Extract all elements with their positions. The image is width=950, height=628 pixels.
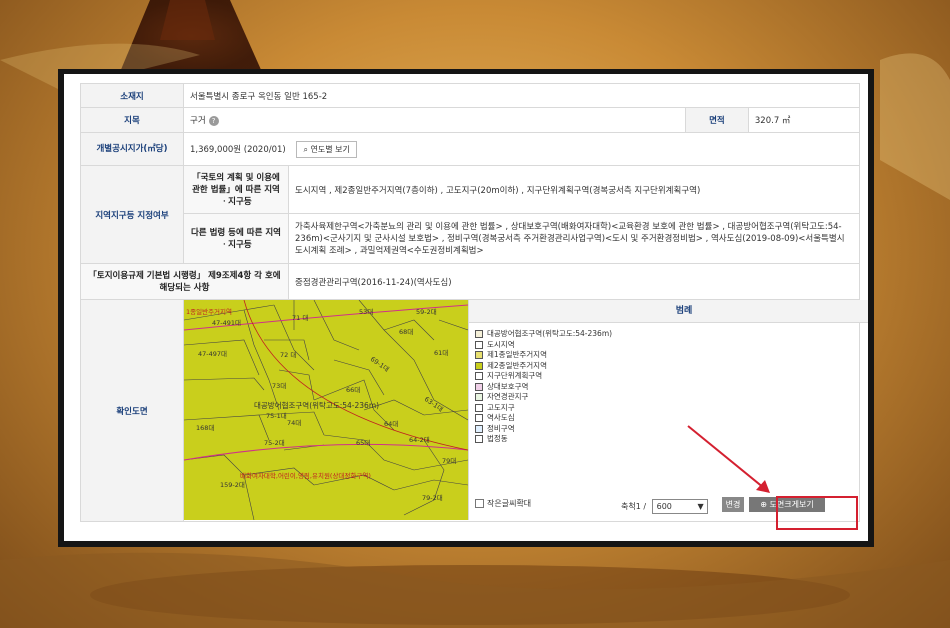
legend-item: 자연경관지구	[475, 392, 868, 403]
svg-text:59-2대: 59-2대	[416, 308, 437, 316]
legend-swatch	[475, 351, 483, 359]
svg-text:64-2대: 64-2대	[409, 436, 430, 444]
svg-text:배화여자대학,어린이,영림,유치원(상대정화구역): 배화여자대학,어린이,영림,유치원(상대정화구역)	[240, 471, 371, 480]
svg-text:73대: 73대	[272, 382, 286, 390]
map-cell: 1종일반주거지역 47-491대 71 대 53대 59-2대 68대 47-4…	[183, 299, 868, 522]
land-info-panel: 소재지 서울특별시 종로구 옥인동 일반 165-2 지목 구거? 면적 320…	[64, 74, 868, 541]
map-label: 확인도면	[80, 299, 184, 522]
legend-item: 도시지역	[475, 340, 868, 351]
svg-text:47-491대: 47-491대	[212, 319, 241, 327]
legend-item-label: 제1종일반주거지역	[487, 350, 547, 359]
legend-item-label: 대공방어협조구역(위탁고도:54-236m)	[487, 329, 613, 338]
svg-text:65대: 65대	[356, 439, 370, 447]
area-value: 320.7 ㎡	[747, 107, 861, 133]
legend-item-label: 법정동	[487, 434, 508, 443]
legend-swatch	[475, 372, 483, 380]
small-text-label: 작은글씨확대	[487, 499, 532, 508]
help-icon[interactable]: ?	[208, 115, 219, 126]
change-button[interactable]: 변경	[722, 497, 744, 512]
year-view-label: 연도별 보기	[310, 144, 350, 154]
reg-label: 「토지이용규제 기본법 시행령」 제9조제4항 각 호에 해당되는 사항	[80, 263, 289, 300]
svg-text:71 대: 71 대	[292, 314, 308, 322]
legend-item-label: 역사도심	[487, 413, 515, 422]
legend-swatch	[475, 382, 483, 391]
location-label: 소재지	[80, 83, 184, 108]
legend-item-label: 고도지구	[487, 402, 515, 412]
svg-text:74대: 74대	[287, 419, 301, 427]
legend-item-label: 제2종일반주거지역	[487, 360, 547, 370]
svg-text:64대: 64대	[384, 420, 398, 428]
legend-swatch	[475, 330, 483, 338]
scale-control: 축척1 / 600 ▼	[621, 499, 708, 514]
legend-item: 법정동	[475, 434, 868, 445]
chevron-down-icon: ▼	[697, 502, 704, 511]
legend-swatch	[475, 424, 483, 433]
svg-text:79대: 79대	[442, 457, 456, 465]
legend-item: 제2종일반주거지역	[475, 361, 868, 372]
year-view-button[interactable]: ⌕ 연도별 보기	[296, 140, 357, 158]
legend-item-label: 도시지역	[487, 339, 515, 349]
zoom-icon: ⊕	[760, 500, 770, 509]
svg-text:대공방어협조구역(위탁고도:54-236m): 대공방어협조구역(위탁고도:54-236m)	[254, 400, 379, 410]
legend-item-label: 지구단위계획구역	[487, 371, 543, 380]
legend-item: 대공방어협조구역(위탁고도:54-236m)	[475, 329, 868, 340]
landuse-label: 지목	[80, 107, 184, 133]
scale-value: 600	[656, 502, 672, 511]
land-info-table: 소재지 서울특별시 종로구 옥인동 일반 165-2 지목 구거? 면적 320…	[80, 83, 868, 522]
svg-text:47-497대: 47-497대	[198, 350, 227, 358]
svg-text:159-2대: 159-2대	[220, 481, 245, 489]
legend-item: 제1종일반주거지역	[475, 350, 868, 361]
location-value: 서울특별시 종로구 옥인동 일반 165-2	[183, 83, 860, 108]
legend-item: 역사도심	[475, 413, 868, 424]
svg-text:66대: 66대	[346, 386, 360, 394]
legend-item-label: 상대보호구역	[487, 381, 529, 391]
svg-text:53대: 53대	[359, 308, 373, 316]
zone-sub2-value: 가축사육제한구역<가축분뇨의 관리 및 이용에 관한 법률> , 상대보호구역(…	[288, 213, 860, 264]
legend-item: 지구단위계획구역	[475, 371, 868, 382]
legend-swatch	[475, 393, 483, 401]
zone-label: 지역지구등 지정여부	[80, 165, 184, 264]
legend-list: 대공방어협조구역(위탁고도:54-236m) 도시지역 제1종일반주거지역 제2종일반…	[469, 323, 868, 445]
legend-swatch	[475, 414, 483, 422]
scale-select[interactable]: 600 ▼	[651, 499, 708, 514]
svg-text:168대: 168대	[196, 424, 214, 432]
legend-swatch	[475, 361, 483, 370]
legend-item: 정비구역	[475, 424, 868, 435]
highlight-box	[776, 496, 858, 530]
svg-text:72 대: 72 대	[280, 351, 296, 359]
svg-text:63-1대: 63-1대	[423, 395, 445, 413]
small-text-checkbox[interactable]	[475, 499, 484, 508]
scale-label: 축척1 /	[621, 502, 647, 511]
legend-panel: 범례 대공방어협조구역(위탁고도:54-236m) 도시지역 제1종일반주거지역 제2…	[468, 300, 868, 520]
svg-text:68대: 68대	[399, 328, 413, 336]
reg-value: 중점경관관리구역(2016-11-24)(역사도심)	[288, 263, 860, 300]
svg-text:75-2대: 75-2대	[264, 439, 285, 447]
zone-sub1-label: 「국토의 계획 및 이용에 관한 법률」에 따른 지역ㆍ지구등	[183, 165, 289, 214]
area-label: 면적	[684, 107, 749, 133]
landuse-value: 구거	[190, 116, 206, 126]
zone-sub2-label: 다른 법령 등에 따른 지역ㆍ지구등	[183, 213, 289, 264]
map-drawing: 1종일반주거지역 47-491대 71 대 53대 59-2대 68대 47-4…	[184, 300, 468, 520]
legend-item-label: 정비구역	[487, 423, 515, 433]
legend-item: 상대보호구역	[475, 382, 868, 393]
svg-text:61대: 61대	[434, 349, 448, 357]
svg-text:79-2대: 79-2대	[422, 494, 443, 502]
price-value: 1,369,000원 (2020/01)	[190, 144, 286, 155]
legend-swatch	[475, 403, 483, 412]
svg-text:69-1대: 69-1대	[369, 355, 391, 373]
price-label: 개별공시지가(㎡당)	[80, 132, 184, 166]
map-label-zone: 1종일반주거지역	[186, 307, 232, 316]
legend-title: 범례	[469, 300, 868, 323]
zone-sub1-value: 도시지역 , 제2종일반주거지역(7층이하) , 고도지구(20m이하) , 지…	[288, 165, 860, 214]
legend-swatch	[475, 340, 483, 349]
svg-text:75-1대: 75-1대	[266, 412, 287, 420]
legend-item: 고도지구	[475, 403, 868, 414]
legend-item-label: 자연경관지구	[487, 392, 529, 401]
legend-swatch	[475, 435, 483, 443]
cadastral-map[interactable]: 1종일반주거지역 47-491대 71 대 53대 59-2대 68대 47-4…	[184, 300, 468, 520]
